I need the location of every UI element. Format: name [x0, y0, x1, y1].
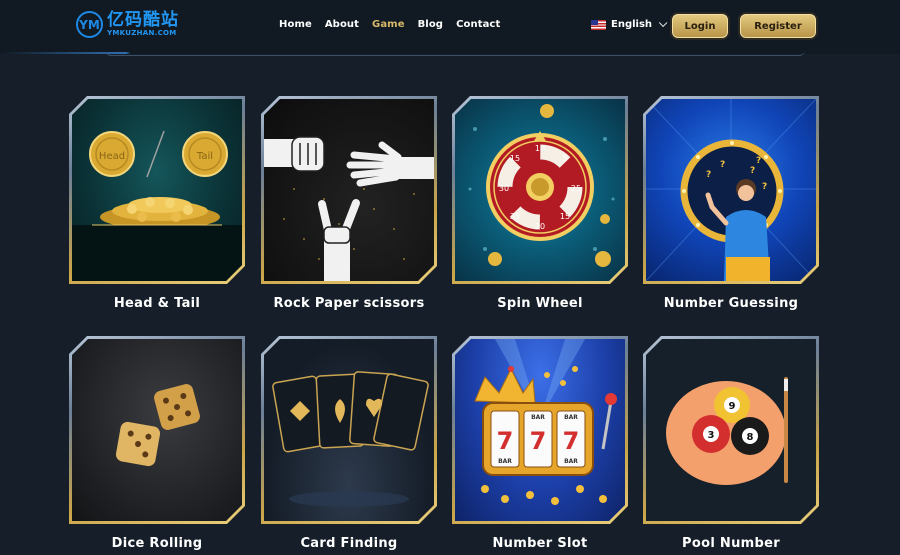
card-finding-artwork: [264, 339, 434, 521]
logo-name-cn: 亿码酷站: [107, 10, 179, 30]
game-title[interactable]: Rock Paper scissors: [241, 296, 457, 311]
header-curve-decoration: [105, 50, 805, 56]
game-title[interactable]: Spin Wheel: [432, 296, 648, 311]
spin-wheel-artwork: 10 5 25 15 20 35 30 15: [455, 99, 625, 281]
dice-rolling-artwork: [72, 339, 242, 521]
us-flag-icon: [591, 19, 606, 30]
pool-ball-number: 9: [729, 401, 736, 412]
logo-text: 亿码酷站 YMKUZHAN.COM: [107, 11, 179, 38]
reel-symbol: 7: [563, 427, 580, 455]
wheel-number: 15: [510, 154, 520, 163]
wheel-number: 30: [499, 184, 509, 193]
wheel-number: 5: [562, 154, 567, 163]
wheel-number: 10: [535, 144, 545, 153]
game-title[interactable]: Number Guessing: [623, 296, 839, 311]
pool-ball-number: 3: [708, 430, 715, 441]
nav-home[interactable]: Home: [279, 19, 312, 30]
number-slot-artwork: 7 7 7 BAR BAR BAR BAR: [455, 339, 625, 521]
register-button[interactable]: Register: [740, 14, 816, 38]
wheel-number: 35: [510, 212, 520, 221]
pool-ball-number: 8: [747, 432, 754, 443]
pool-number-artwork: 9 3 8: [646, 339, 816, 521]
nav-contact[interactable]: Contact: [456, 19, 500, 30]
nav-game[interactable]: Game: [372, 19, 405, 30]
wheel-number: 25: [571, 184, 581, 193]
game-title[interactable]: Dice Rolling: [49, 536, 265, 551]
site-logo[interactable]: YM 亿码酷站 YMKUZHAN.COM: [76, 11, 179, 38]
game-title[interactable]: Card Finding: [241, 536, 457, 551]
svg-text:?: ?: [720, 160, 725, 170]
logo-mark-icon: YM: [76, 11, 103, 38]
rock-paper-scissors-artwork: [264, 99, 434, 281]
nav-about[interactable]: About: [325, 19, 359, 30]
wheel-number: 20: [535, 222, 545, 231]
wheel-number: 15: [560, 212, 570, 221]
svg-text:?: ?: [750, 166, 755, 176]
reel-symbol: 7: [530, 427, 547, 455]
reel-symbol: 7: [497, 427, 514, 455]
number-guessing-artwork: ?????: [646, 99, 816, 281]
svg-text:?: ?: [706, 170, 711, 180]
language-label: English: [611, 19, 653, 30]
logo-name-en: YMKUZHAN.COM: [107, 29, 177, 37]
head-tail-artwork: Head Tail: [72, 99, 242, 281]
language-selector[interactable]: English: [591, 18, 668, 30]
svg-text:?: ?: [762, 182, 767, 192]
game-title[interactable]: Pool Number: [623, 536, 839, 551]
coin-head-label: Head: [99, 151, 125, 162]
reel-label: BAR: [531, 414, 545, 421]
reel-label: BAR: [564, 414, 578, 421]
game-title[interactable]: Head & Tail: [49, 296, 265, 311]
main-nav: Home About Game Blog Contact: [279, 19, 513, 30]
login-button[interactable]: Login: [672, 14, 728, 38]
game-title[interactable]: Number Slot: [432, 536, 648, 551]
reel-label: BAR: [498, 458, 512, 465]
nav-blog[interactable]: Blog: [418, 19, 443, 30]
reel-label: BAR: [564, 458, 578, 465]
coin-tail-label: Tail: [196, 151, 213, 162]
svg-text:?: ?: [756, 156, 761, 166]
